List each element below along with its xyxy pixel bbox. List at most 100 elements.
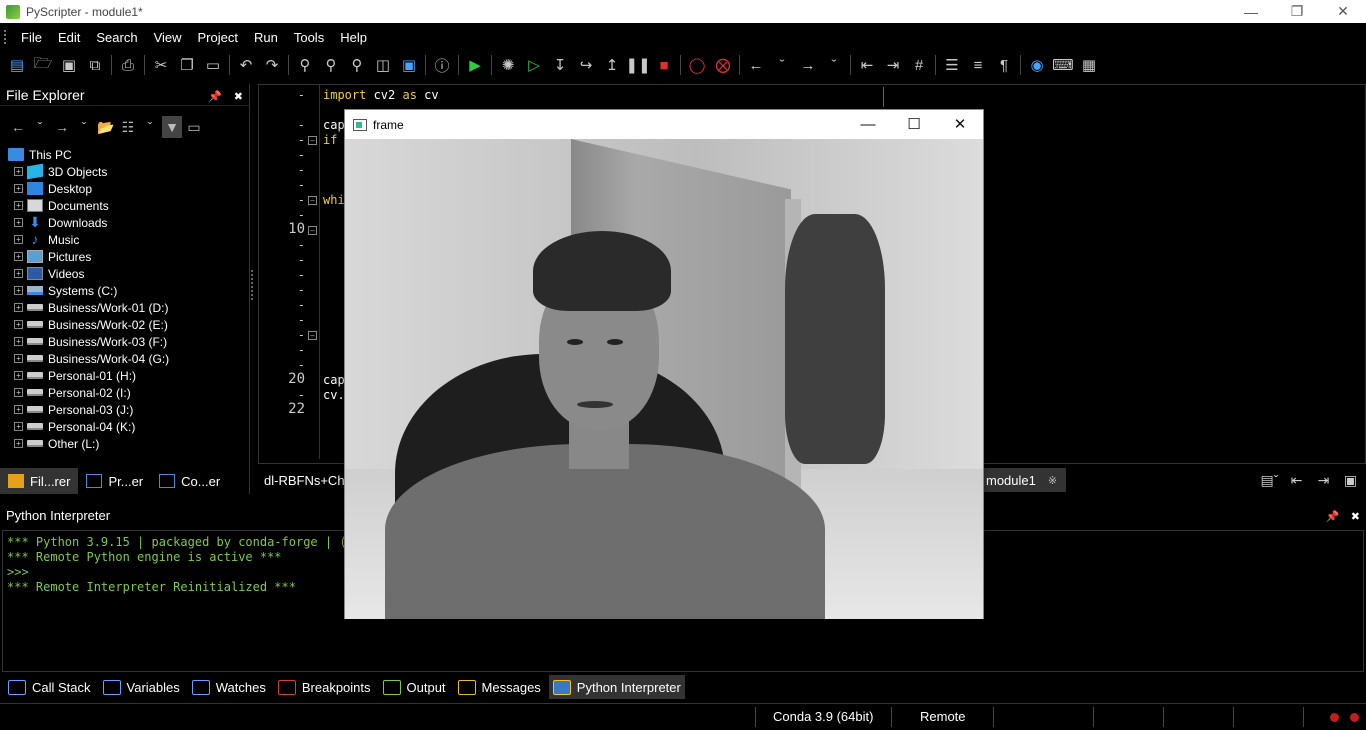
expand-icon[interactable]: + xyxy=(14,235,23,244)
tree-item-drive-g[interactable]: + Business/Work-04 (G:) xyxy=(0,350,249,367)
tab-watches[interactable]: Watches xyxy=(188,675,270,699)
pin-icon[interactable]: 📌 xyxy=(208,91,222,103)
split-left-icon[interactable]: ⇤ xyxy=(1283,469,1310,491)
python-icon[interactable]: ◉ xyxy=(1024,53,1050,77)
clear-breakpoints-icon[interactable]: ⨂ xyxy=(710,53,736,77)
pause-icon[interactable]: ❚❚ xyxy=(625,53,651,77)
save-all-icon[interactable]: ⧉ xyxy=(82,53,108,77)
close-button[interactable]: ✕ xyxy=(1320,0,1366,23)
save-icon[interactable]: ▣ xyxy=(56,53,82,77)
tree-item-drive-f[interactable]: + Business/Work-03 (F:) xyxy=(0,333,249,350)
keyboard-icon[interactable]: ⌨ xyxy=(1050,53,1076,77)
tree-item-drive-i[interactable]: + Personal-02 (I:) xyxy=(0,384,249,401)
tree-item-drive-c[interactable]: + Systems (C:) xyxy=(0,282,249,299)
expand-icon[interactable]: + xyxy=(14,371,23,380)
tree-view-dropdown-icon[interactable]: ˇ xyxy=(140,116,160,138)
comment-icon[interactable]: # xyxy=(906,53,932,77)
run-to-cursor-icon[interactable]: ▷ xyxy=(521,53,547,77)
new-window-icon[interactable]: ▣ xyxy=(1337,469,1364,491)
pin-icon[interactable]: 📌 xyxy=(1325,511,1339,523)
info-icon[interactable]: ⓘ xyxy=(429,53,455,77)
forward-dropdown-icon[interactable]: ˇ xyxy=(821,53,847,77)
menu-edit[interactable]: Edit xyxy=(50,30,88,45)
menu-tools[interactable]: Tools xyxy=(286,30,332,45)
forward-icon[interactable]: → xyxy=(52,116,72,138)
tab-code-explorer[interactable]: Co...er xyxy=(151,468,228,494)
cut-icon[interactable]: ✂ xyxy=(148,53,174,77)
forward-dropdown-icon[interactable]: ˇ xyxy=(74,116,94,138)
tree-item-drive-k[interactable]: + Personal-04 (K:) xyxy=(0,418,249,435)
expand-icon[interactable]: + xyxy=(14,252,23,261)
menu-file[interactable]: File xyxy=(13,30,50,45)
tab-breakpoints[interactable]: Breakpoints xyxy=(274,675,375,699)
open-file-icon[interactable]: 🗁 xyxy=(30,53,56,77)
undo-icon[interactable]: ↶ xyxy=(233,53,259,77)
tab-list-icon[interactable]: ▤ˇ xyxy=(1256,469,1283,491)
back-dropdown-icon[interactable]: ˇ xyxy=(30,116,50,138)
tab-python-interpreter[interactable]: Python Interpreter xyxy=(548,675,685,699)
fold-icon[interactable]: – xyxy=(308,331,317,340)
back-icon[interactable]: ← xyxy=(8,116,28,138)
layout-icon[interactable]: ▦ xyxy=(1076,53,1102,77)
expand-icon[interactable]: + xyxy=(14,218,23,227)
tree-item-drive-j[interactable]: + Personal-03 (J:) xyxy=(0,401,249,418)
frame-maximize-button[interactable]: ☐ xyxy=(891,110,937,138)
expand-icon[interactable]: + xyxy=(14,354,23,363)
toggle-breakpoint-icon[interactable]: ◯ xyxy=(684,53,710,77)
step-over-icon[interactable]: ↪ xyxy=(573,53,599,77)
menu-view[interactable]: View xyxy=(146,30,190,45)
remote-status[interactable]: Remote xyxy=(920,709,966,724)
expand-icon[interactable]: + xyxy=(14,337,23,346)
expand-icon[interactable]: + xyxy=(14,269,23,278)
tree-item-this-pc[interactable]: This PC xyxy=(0,146,249,163)
frame-close-button[interactable]: ✕ xyxy=(937,110,983,138)
indent-icon[interactable]: ⇤ xyxy=(854,53,880,77)
paste-icon[interactable]: ▭ xyxy=(200,53,226,77)
step-out-icon[interactable]: ↥ xyxy=(599,53,625,77)
tab-close-icon[interactable]: ※ xyxy=(1048,474,1057,487)
tree-item-3d-objects[interactable]: + 3D Objects xyxy=(0,163,249,180)
tree-item-documents[interactable]: + Documents xyxy=(0,197,249,214)
menu-run[interactable]: Run xyxy=(246,30,286,45)
expand-icon[interactable]: + xyxy=(14,320,23,329)
expand-icon[interactable]: + xyxy=(14,201,23,210)
tree-view-icon[interactable]: ☷ xyxy=(118,116,138,138)
tab-project-explorer[interactable]: Pr...er xyxy=(78,468,151,494)
paragraph-icon[interactable]: ¶ xyxy=(991,53,1017,77)
copy-icon[interactable]: ❐ xyxy=(174,53,200,77)
expand-icon[interactable]: + xyxy=(14,388,23,397)
expand-icon[interactable]: + xyxy=(14,286,23,295)
print-icon[interactable]: ⎙ xyxy=(115,53,141,77)
find-in-folder-icon[interactable]: ▣ xyxy=(396,53,422,77)
editor-tab-module1[interactable]: module1 ※ xyxy=(980,468,1066,492)
tab-call-stack[interactable]: Call Stack xyxy=(4,675,95,699)
back-icon[interactable]: ← xyxy=(743,53,769,77)
expand-icon[interactable]: + xyxy=(14,405,23,414)
redo-icon[interactable]: ↷ xyxy=(259,53,285,77)
expand-icon[interactable]: + xyxy=(14,184,23,193)
expand-icon[interactable]: + xyxy=(14,167,23,176)
tree-item-downloads[interactable]: + ⬇ Downloads xyxy=(0,214,249,231)
frame-title-bar[interactable]: frame — ☐ ✕ xyxy=(345,110,983,139)
find-in-files-icon[interactable]: ◫ xyxy=(370,53,396,77)
list-icon[interactable]: ☰ xyxy=(939,53,965,77)
tab-variables[interactable]: Variables xyxy=(99,675,184,699)
filter-icon[interactable]: ▼ xyxy=(162,116,182,138)
wrap-icon[interactable]: ≡ xyxy=(965,53,991,77)
tree-item-drive-d[interactable]: + Business/Work-01 (D:) xyxy=(0,299,249,316)
tree-item-pictures[interactable]: + Pictures xyxy=(0,248,249,265)
tree-item-videos[interactable]: + Videos xyxy=(0,265,249,282)
tree-item-drive-l[interactable]: + Other (L:) xyxy=(0,435,249,452)
new-folder-icon[interactable]: ▭ xyxy=(184,116,204,138)
panel-close-icon[interactable]: ✖ xyxy=(1351,511,1360,523)
replace-icon[interactable]: ⚲ xyxy=(344,53,370,77)
fold-icon[interactable]: – xyxy=(308,196,317,205)
tab-messages[interactable]: Messages xyxy=(454,675,545,699)
expand-icon[interactable]: + xyxy=(14,422,23,431)
tree-item-drive-h[interactable]: + Personal-01 (H:) xyxy=(0,367,249,384)
tab-output[interactable]: Output xyxy=(379,675,450,699)
tab-file-explorer[interactable]: Fil...rer xyxy=(0,468,79,494)
tree-item-music[interactable]: + ♪ Music xyxy=(0,231,249,248)
back-dropdown-icon[interactable]: ˇ xyxy=(769,53,795,77)
restore-button[interactable]: ❐ xyxy=(1274,0,1320,23)
